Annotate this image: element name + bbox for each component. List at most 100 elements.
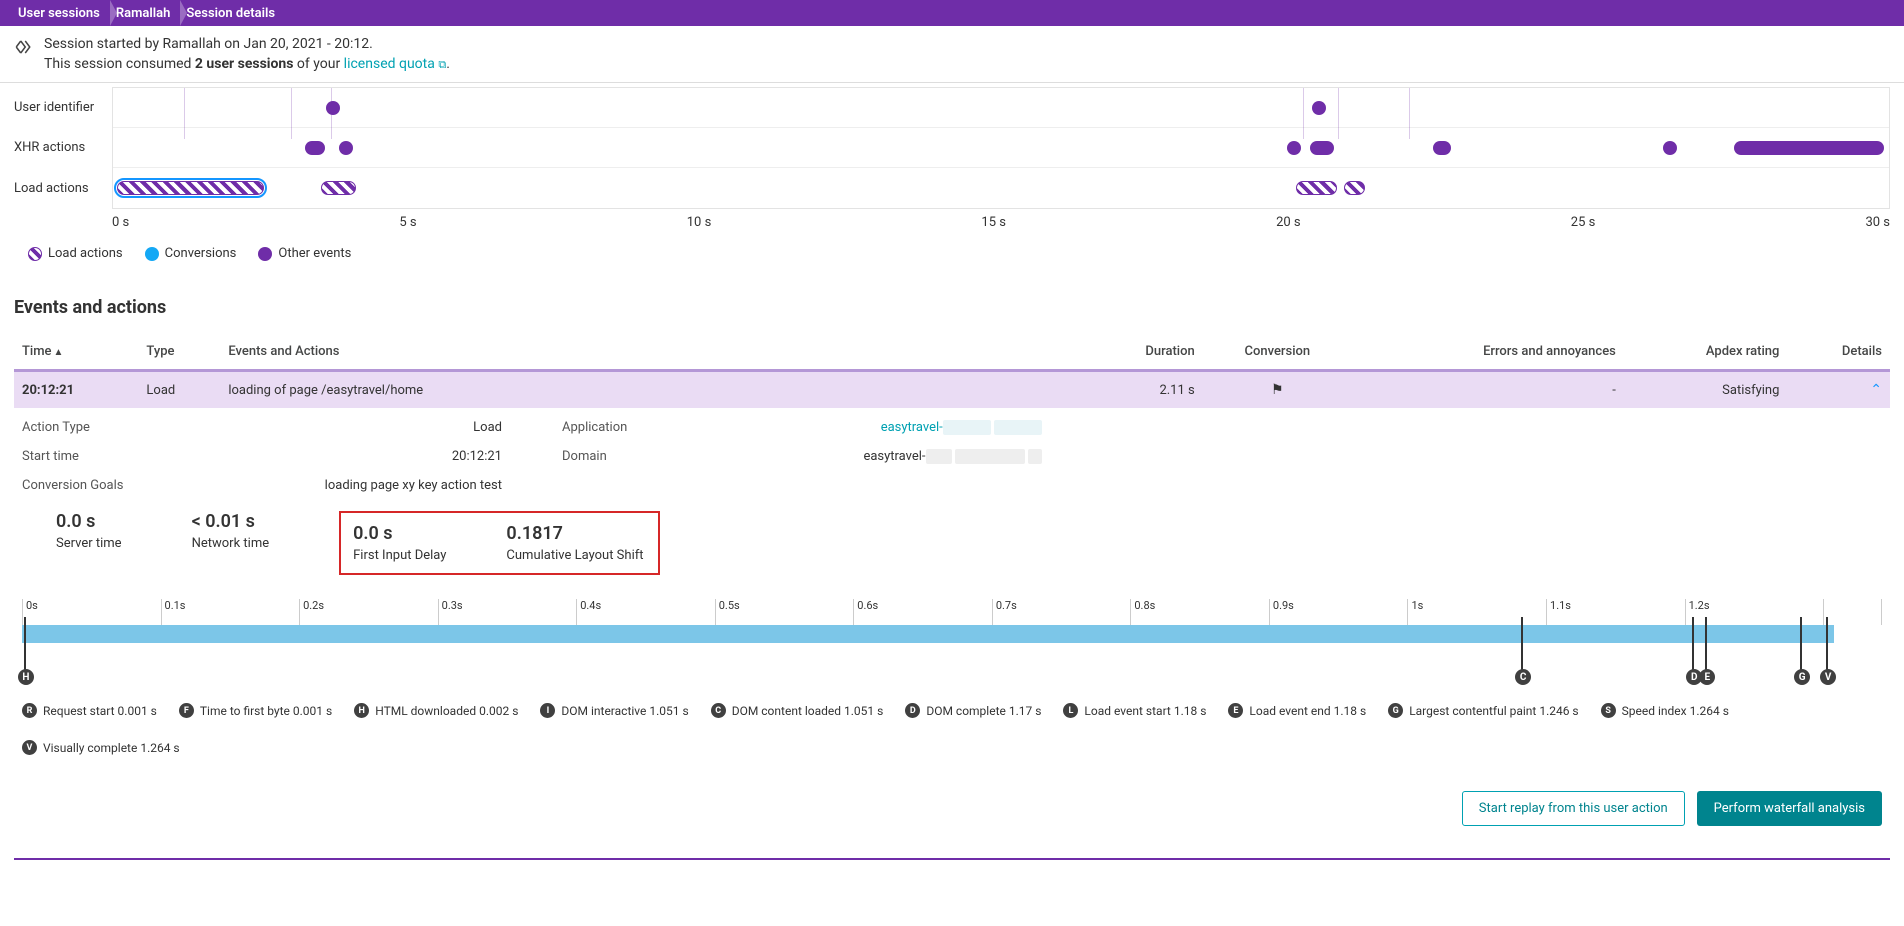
wf-badge-icon: G (1388, 703, 1403, 718)
load-pill[interactable] (321, 181, 357, 195)
waterfall-analysis-button[interactable]: Perform waterfall analysis (1697, 791, 1882, 826)
timeline-row[interactable] (113, 128, 1889, 168)
wf-badge-icon: I (540, 703, 555, 718)
value-domain: easytravel-xx xxxxxxx x (863, 449, 1042, 464)
value-start-time: 20:12:21 (452, 449, 502, 464)
value-conv-goals: loading page xy key action test (325, 478, 502, 493)
wf-badge-icon: S (1601, 703, 1616, 718)
cell-errors: - (1352, 371, 1624, 409)
external-link-icon: ⧉ (438, 58, 446, 71)
highlighted-metrics: 0.0 s First Input Delay 0.1817 Cumulativ… (339, 511, 659, 575)
col-type[interactable]: Type (138, 334, 220, 371)
col-details[interactable]: Details (1787, 334, 1890, 371)
session-icon (14, 38, 32, 60)
timeline-row-label-xhr: XHR actions (14, 128, 102, 168)
metric-network-time: < 0.01 s Network time (192, 511, 270, 551)
marker-badge: V (1820, 669, 1836, 685)
wf-legend-item: DDOM complete 1.17 s (905, 703, 1041, 718)
wf-badge-icon: L (1063, 703, 1078, 718)
col-apdex[interactable]: Apdex rating (1624, 334, 1788, 371)
event-dot[interactable] (1312, 101, 1326, 115)
xhr-pill[interactable] (305, 141, 325, 155)
wf-legend-item: HHTML downloaded 0.002 s (354, 703, 518, 718)
breadcrumb-session-details[interactable]: Session details (180, 6, 285, 21)
wf-badge-icon: F (179, 703, 194, 718)
events-table: Time▲ Type Events and Actions Duration C… (14, 334, 1890, 408)
timeline-row[interactable] (113, 88, 1889, 128)
marker-badge: H (18, 669, 34, 685)
legend-other-events: Other events (258, 246, 351, 261)
flag-icon: ⚑ (1271, 382, 1284, 398)
waterfall-ruler: 0s 0.1s 0.2s 0.3s 0.4s 0.5s 0.6s 0.7s 0.… (22, 599, 1882, 685)
timeline-x-axis: 0 s5 s10 s15 s20 s25 s30 s (14, 215, 1890, 230)
chevron-up-icon[interactable]: ⌃ (1870, 382, 1882, 398)
sort-asc-icon: ▲ (54, 347, 64, 358)
start-replay-button[interactable]: Start replay from this user action (1462, 791, 1685, 826)
row-detail-panel: Action TypeLoad Start time20:12:21 Conve… (14, 408, 1890, 844)
timeline-row-label-load: Load actions (14, 169, 102, 209)
breadcrumb-user-sessions[interactable]: User sessions (12, 6, 110, 21)
marker-badge: C (1515, 669, 1531, 685)
session-timeline: User identifier XHR actions Load actions (14, 87, 1890, 209)
footer-divider (14, 858, 1890, 860)
event-dot[interactable] (326, 101, 340, 115)
col-conversion[interactable]: Conversion (1203, 334, 1352, 371)
wf-legend-item: RRequest start 0.001 s (22, 703, 157, 718)
dot-swatch-icon (145, 247, 159, 261)
timeline-row[interactable] (113, 168, 1889, 208)
xhr-dot[interactable] (339, 141, 353, 155)
legend-load-actions: Load actions (28, 246, 123, 261)
load-pill[interactable] (1344, 181, 1365, 195)
wf-badge-icon: E (1228, 703, 1243, 718)
marker-badge: D (1686, 669, 1702, 685)
table-row[interactable]: 20:12:21 Load loading of page /easytrave… (14, 371, 1890, 409)
cell-apdex: Satisfying (1624, 371, 1788, 409)
wf-legend-item: LLoad event start 1.18 s (1063, 703, 1206, 718)
load-pill-selected[interactable] (117, 181, 264, 195)
xhr-pill[interactable] (1287, 141, 1301, 155)
xhr-pill[interactable] (1433, 141, 1451, 155)
wf-badge-icon: C (711, 703, 726, 718)
marker-badge: E (1699, 669, 1715, 685)
wf-badge-icon: D (905, 703, 920, 718)
timeline-row-label-user: User identifier (14, 87, 102, 127)
col-duration[interactable]: Duration (1083, 334, 1202, 371)
xhr-dot[interactable] (1663, 141, 1677, 155)
metric-fid: 0.0 s First Input Delay (353, 523, 446, 563)
wf-legend-item: IDOM interactive 1.051 s (540, 703, 688, 718)
timeline-legend: Load actions Conversions Other events (14, 246, 1890, 261)
marker-badge: G (1794, 669, 1810, 685)
label-application: Application (562, 420, 627, 435)
dot-swatch-icon (258, 247, 272, 261)
col-time[interactable]: Time▲ (14, 334, 138, 371)
cell-time: 20:12:21 (14, 371, 138, 409)
hatch-swatch-icon (28, 247, 42, 261)
waterfall-legend: RRequest start 0.001 s FTime to first byt… (22, 703, 1882, 755)
xhr-pill[interactable] (1734, 141, 1883, 155)
wf-legend-item: GLargest contentful paint 1.246 s (1388, 703, 1578, 718)
value-application: easytravel-xxxxx xxxxx (881, 420, 1042, 435)
wf-legend-item: CDOM content loaded 1.051 s (711, 703, 884, 718)
cell-expand[interactable]: ⌃ (1787, 371, 1890, 409)
cell-event: loading of page /easytravel/home (220, 371, 1083, 409)
wf-legend-item: SSpeed index 1.264 s (1601, 703, 1729, 718)
xhr-pill[interactable] (1310, 141, 1334, 155)
col-events[interactable]: Events and Actions (220, 334, 1083, 371)
wf-legend-item: FTime to first byte 0.001 s (179, 703, 332, 718)
load-pill[interactable] (1296, 181, 1337, 195)
events-actions-title: Events and actions (14, 297, 1890, 318)
session-header: Session started by Ramallah on Jan 20, 2… (0, 26, 1904, 83)
col-errors[interactable]: Errors and annoyances (1352, 334, 1624, 371)
wf-badge-icon: R (22, 703, 37, 718)
application-link[interactable]: easytravel- (881, 420, 943, 435)
cell-duration: 2.11 s (1083, 371, 1202, 409)
metric-server-time: 0.0 s Server time (56, 511, 122, 551)
wf-legend-item: ELoad event end 1.18 s (1228, 703, 1366, 718)
session-start-text: Session started by Ramallah on Jan 20, 2… (44, 36, 450, 52)
label-domain: Domain (562, 449, 607, 464)
legend-conversions: Conversions (145, 246, 237, 261)
breadcrumb-ramallah[interactable]: Ramallah (110, 6, 181, 21)
session-consumption-text: This session consumed 2 user sessions of… (44, 56, 450, 72)
label-action-type: Action Type (22, 420, 90, 435)
licensed-quota-link[interactable]: licensed quota ⧉ (344, 56, 447, 72)
